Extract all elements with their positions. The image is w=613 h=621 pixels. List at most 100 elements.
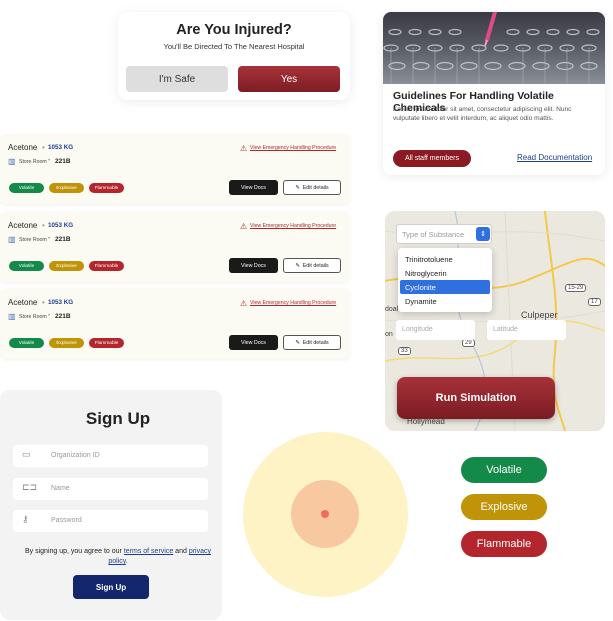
impact-center-dot bbox=[321, 510, 329, 518]
name-placeholder: Name bbox=[51, 485, 70, 492]
chemical-row: Acetone • 1053 KG ▥ Store Room • 221B ⚠ … bbox=[0, 289, 350, 359]
injury-dialog: Are You Injured? You'll Be Directed To T… bbox=[118, 12, 350, 100]
flammable-tag: Flammable bbox=[89, 261, 124, 271]
separator-dot: • bbox=[42, 298, 45, 307]
emergency-procedure-link[interactable]: View Emergency Handling Procedure bbox=[250, 223, 336, 229]
warning-icon: ⚠ bbox=[240, 299, 248, 308]
store-room-icon: ▥ bbox=[8, 157, 16, 166]
map-road-shield: 17 bbox=[588, 298, 601, 306]
explosive-tag: Explosive bbox=[49, 261, 84, 271]
volatile-tag: Volatile bbox=[9, 183, 44, 193]
chemical-row: Acetone • 1053 KG ▥ Store Room • 221B ⚠ … bbox=[0, 134, 350, 204]
latitude-input[interactable]: Latitude bbox=[487, 320, 566, 340]
password-placeholder: Password bbox=[51, 517, 82, 524]
pencil-icon: ✎ bbox=[295, 184, 300, 191]
signup-form: Sign Up ▭ Organization ID ⊏⊐ Name ⚷ Pass… bbox=[0, 390, 222, 620]
map-road-shield: 15-29 bbox=[565, 284, 587, 292]
chevron-up-down-icon[interactable]: ⇕ bbox=[476, 227, 490, 241]
store-room-icon: ▥ bbox=[8, 312, 16, 321]
substance-option[interactable]: Nitroglycerin bbox=[400, 266, 490, 280]
separator-dot: • bbox=[42, 221, 45, 230]
warning-icon: ⚠ bbox=[240, 222, 248, 231]
emergency-procedure-link[interactable]: View Emergency Handling Procedure bbox=[250, 300, 336, 306]
store-label: Store Room bbox=[19, 237, 47, 243]
name-field[interactable]: ⊏⊐ Name bbox=[13, 478, 208, 500]
read-documentation-link[interactable]: Read Documentation bbox=[517, 153, 592, 162]
view-docs-button[interactable]: View Docs bbox=[229, 258, 278, 273]
volatile-tag: Volatile bbox=[9, 338, 44, 348]
password-field[interactable]: ⚷ Password bbox=[13, 510, 208, 532]
injury-subtitle: You'll Be Directed To The Nearest Hospit… bbox=[163, 42, 305, 51]
flammable-tag-large: Flammable bbox=[461, 531, 547, 557]
room-number: 221B bbox=[55, 158, 71, 165]
room-number: 221B bbox=[55, 236, 71, 243]
injury-title: Are You Injured? bbox=[176, 22, 292, 38]
edit-details-button[interactable]: ✎ Edit details bbox=[283, 258, 341, 273]
explosive-tag: Explosive bbox=[49, 183, 84, 193]
substance-select[interactable]: Type of Substance ⇕ bbox=[396, 224, 492, 244]
volatile-tag-large: Volatile bbox=[461, 457, 547, 483]
terms-and: and bbox=[173, 548, 189, 555]
longitude-input[interactable]: Longitude bbox=[396, 320, 475, 340]
terms-of-service-link[interactable]: terms of service bbox=[124, 548, 173, 555]
simulation-map-panel: Culpeper Hollymead 15-29 17 29 33 doah o… bbox=[385, 211, 605, 431]
map-label-town: Culpeper bbox=[521, 310, 558, 320]
yes-button[interactable]: Yes bbox=[238, 66, 340, 92]
volatile-tag: Volatile bbox=[9, 261, 44, 271]
sign-up-button[interactable]: Sign Up bbox=[73, 575, 149, 599]
map-label-fragment: on bbox=[385, 331, 393, 338]
map-road-shield: 29 bbox=[462, 339, 475, 347]
separator-dot: • bbox=[48, 158, 51, 164]
warning-icon: ⚠ bbox=[240, 144, 248, 153]
pencil-icon: ✎ bbox=[295, 262, 300, 269]
flammable-tag: Flammable bbox=[89, 183, 124, 193]
store-room-icon: ▥ bbox=[8, 235, 16, 244]
chemical-quantity: 1053 KG bbox=[48, 222, 74, 229]
terms-text: By signing up, you agree to our terms of… bbox=[18, 547, 218, 567]
organization-id-field[interactable]: ▭ Organization ID bbox=[13, 445, 208, 467]
chemical-name: Acetone bbox=[8, 221, 38, 230]
chemical-row: Acetone • 1053 KG ▥ Store Room • 221B ⚠ … bbox=[0, 212, 350, 282]
organization-id-placeholder: Organization ID bbox=[51, 452, 100, 459]
substance-select-placeholder: Type of Substance bbox=[402, 230, 465, 239]
chemical-name: Acetone bbox=[8, 143, 38, 152]
run-simulation-button[interactable]: Run Simulation bbox=[397, 377, 555, 419]
id-card-icon: ▭ bbox=[22, 449, 31, 459]
pencil-icon: ✎ bbox=[295, 339, 300, 346]
substance-option[interactable]: Trinitrotoluene bbox=[400, 252, 490, 266]
terms-prefix: By signing up, you agree to our bbox=[24, 548, 124, 555]
view-docs-button[interactable]: View Docs bbox=[229, 335, 278, 350]
view-docs-button[interactable]: View Docs bbox=[229, 180, 278, 195]
lab-test-tubes-image bbox=[383, 12, 605, 84]
edit-details-label: Edit details bbox=[302, 262, 329, 269]
chemical-quantity: 1053 KG bbox=[48, 299, 74, 306]
key-icon: ⚷ bbox=[22, 514, 29, 524]
signup-title: Sign Up bbox=[85, 409, 151, 428]
map-road-shield: 33 bbox=[398, 347, 411, 355]
room-number: 221B bbox=[55, 313, 71, 320]
edit-details-label: Edit details bbox=[302, 184, 329, 191]
substance-option-selected[interactable]: Cyclonite bbox=[400, 280, 490, 294]
edit-details-label: Edit details bbox=[302, 339, 329, 346]
guidelines-card: Guidelines For Handling Volatile Chemica… bbox=[383, 12, 605, 175]
chemical-quantity: 1053 KG bbox=[48, 144, 74, 151]
guidelines-body: Korem ipsum dolor sit amet, consectetur … bbox=[393, 106, 572, 122]
separator-dot: • bbox=[42, 143, 45, 152]
terms-suffix: . bbox=[125, 558, 128, 565]
explosive-tag: Explosive bbox=[49, 338, 84, 348]
edit-details-button[interactable]: ✎ Edit details bbox=[283, 335, 341, 350]
emergency-procedure-link[interactable]: View Emergency Handling Procedure bbox=[250, 145, 336, 151]
audience-badge[interactable]: All staff members bbox=[393, 150, 471, 167]
explosive-tag-large: Explosive bbox=[461, 494, 547, 520]
im-safe-button[interactable]: I'm Safe bbox=[126, 66, 228, 92]
separator-dot: • bbox=[48, 313, 51, 319]
flammable-tag: Flammable bbox=[89, 338, 124, 348]
edit-details-button[interactable]: ✎ Edit details bbox=[283, 180, 341, 195]
substance-option[interactable]: Dynamite bbox=[400, 294, 490, 308]
substance-dropdown: Trinitrotoluene Nitroglycerin Cyclonite … bbox=[398, 248, 492, 312]
separator-dot: • bbox=[48, 236, 51, 242]
chemical-name: Acetone bbox=[8, 298, 38, 307]
name-tag-icon: ⊏⊐ bbox=[22, 482, 38, 492]
store-label: Store Room bbox=[19, 314, 47, 320]
store-label: Store Room bbox=[19, 159, 47, 165]
